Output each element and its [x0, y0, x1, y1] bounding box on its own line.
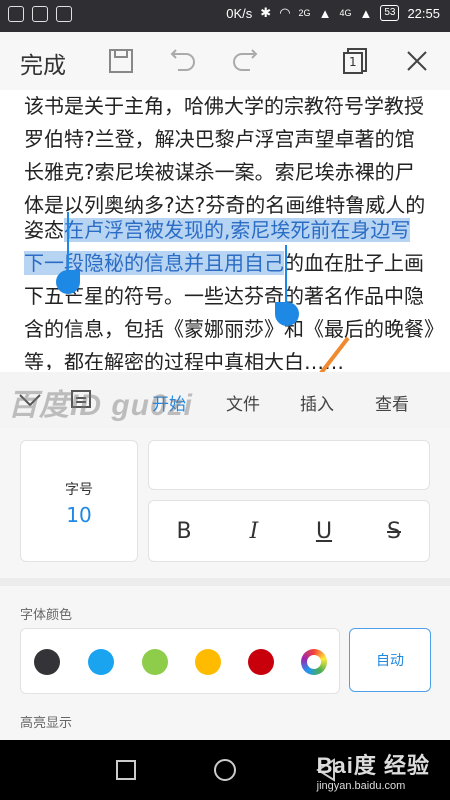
- color-swatch-yellow[interactable]: [195, 649, 221, 675]
- system-nav-bar: Bai度 经验 jingyan.baidu.com: [0, 740, 450, 800]
- strikethrough-button[interactable]: S: [359, 501, 429, 561]
- undo-icon[interactable]: [168, 46, 198, 76]
- editor-toolbar: 完成 1: [0, 32, 450, 90]
- signal-icon: ▲: [318, 5, 332, 21]
- text-line: 下一段隐秘的信息并且用自己的血在肚子上画: [24, 247, 424, 276]
- app-notification-icon: [32, 6, 48, 22]
- color-palette: [20, 628, 340, 694]
- signal-4g: 4G: [339, 8, 352, 18]
- recent-apps-icon[interactable]: [112, 756, 140, 784]
- format-panel: 字号 10 B I U S 字体颜色 高亮显示: [0, 428, 450, 740]
- baidu-jingyan-logo: Bai度 经验 jingyan.baidu.com: [317, 748, 430, 792]
- ribbon-tab-bar: 开始 文件 插入 查看: [0, 372, 450, 429]
- selection-end-line: [285, 245, 287, 303]
- tab-file[interactable]: 文件: [226, 390, 260, 415]
- color-wheel-icon[interactable]: [301, 649, 327, 675]
- color-swatch-blue[interactable]: [88, 649, 114, 675]
- text-line: 罗伯特?兰登，解决巴黎卢浮宫声望卓著的馆: [24, 127, 415, 151]
- home-icon[interactable]: [211, 756, 239, 784]
- notification-icons: [8, 6, 72, 22]
- text-line: 该书是关于主角，哈佛大学的宗教符号学教授: [24, 94, 424, 118]
- status-bar: 0K/s ✱ ◠ 2G ▲ 4G ▲ 53 22:55: [0, 0, 450, 32]
- text-line: 下五芒星的符号。一些达芬奇的著名作品中隐: [24, 284, 424, 308]
- font-color-label: 字体颜色: [20, 608, 73, 623]
- selection-start-handle[interactable]: [56, 270, 80, 294]
- save-icon[interactable]: [106, 46, 136, 76]
- color-swatch-red[interactable]: [248, 649, 274, 675]
- done-button[interactable]: 完成: [20, 46, 66, 80]
- tab-start[interactable]: 开始: [152, 390, 186, 415]
- color-swatch-green[interactable]: [142, 649, 168, 675]
- page-count: 1: [349, 55, 357, 69]
- tab-insert[interactable]: 插入: [300, 390, 334, 415]
- font-name-field[interactable]: [148, 440, 430, 490]
- underline-button[interactable]: U: [289, 501, 359, 561]
- page-count-icon[interactable]: 1: [340, 46, 370, 76]
- clock: 22:55: [407, 5, 440, 21]
- font-size-card[interactable]: 字号 10: [20, 440, 138, 562]
- app-notification-icon: [8, 6, 24, 22]
- chevron-down-icon[interactable]: [18, 392, 42, 408]
- selection-start-line: [67, 212, 69, 270]
- divider: [0, 578, 450, 586]
- text-line: 长雅克?索尼埃被谋杀一案。索尼埃赤裸的尸: [24, 160, 415, 184]
- text-span: 姿态: [24, 218, 64, 242]
- signal-2g: 2G: [298, 8, 311, 18]
- wifi-icon: ◠: [279, 5, 291, 20]
- close-icon[interactable]: [402, 46, 432, 76]
- signal-icon: ▲: [359, 5, 373, 21]
- brand-sub: jingyan.baidu.com: [316, 780, 406, 792]
- battery-icon: 53: [380, 5, 400, 21]
- auto-color-button[interactable]: 自动: [349, 628, 431, 692]
- ribbon-menu-icon[interactable]: [70, 388, 92, 410]
- text-span: 的血在肚子上画: [284, 251, 424, 275]
- selected-text[interactable]: 在卢浮宫被发现的,索尼埃死前在身边写: [64, 218, 411, 242]
- text-style-group: B I U S: [148, 500, 430, 562]
- font-size-label: 字号: [65, 482, 93, 498]
- network-speed: 0K/s: [226, 5, 253, 21]
- tab-view[interactable]: 查看: [375, 390, 409, 415]
- redo-icon[interactable]: [230, 46, 260, 76]
- bluetooth-icon: ✱: [260, 5, 272, 20]
- text-line: 等，都在解密的过程中真相大白……: [24, 350, 344, 370]
- app-notification-icon: [56, 6, 72, 22]
- font-size-value: 10: [66, 503, 92, 527]
- bold-button[interactable]: B: [149, 501, 219, 561]
- color-swatch-dark[interactable]: [34, 649, 60, 675]
- selection-end-handle[interactable]: [275, 302, 299, 326]
- highlight-label: 高亮显示: [20, 716, 73, 731]
- text-line: 含的信息，包括《蒙娜丽莎》和《最后的晚餐》: [24, 317, 444, 341]
- document-body[interactable]: 该书是关于主角，哈佛大学的宗教符号学教授 罗伯特?兰登，解决巴黎卢浮宫声望卓著的…: [0, 90, 450, 370]
- italic-button[interactable]: I: [219, 501, 289, 561]
- brand-main: Bai度 经验: [316, 753, 430, 778]
- text-line: 姿态在卢浮宫被发现的,索尼埃死前在身边写: [24, 214, 411, 243]
